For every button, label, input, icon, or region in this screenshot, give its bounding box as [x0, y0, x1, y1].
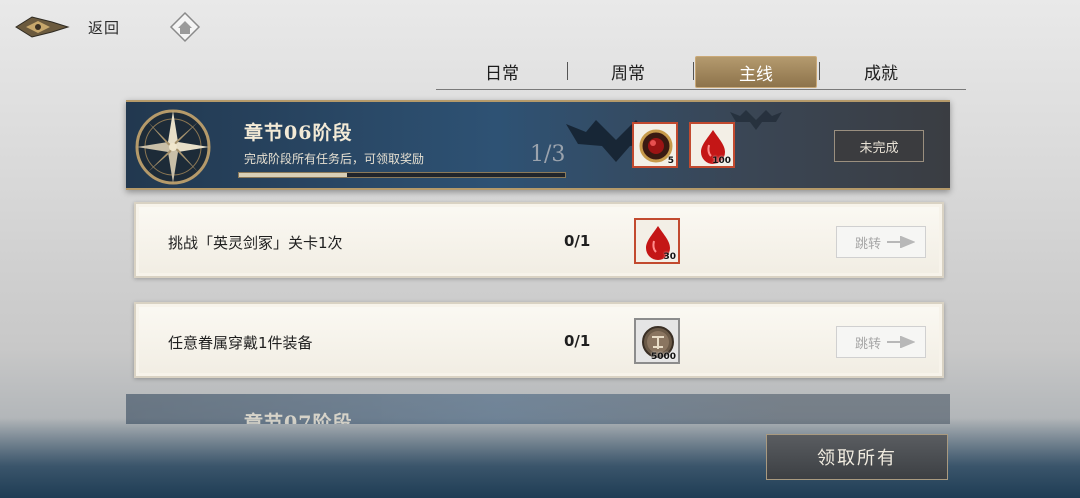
bat-silhouette-small-icon — [730, 110, 782, 130]
task-row: 任意眷属穿戴1件装备 0/1 5000 跳转 — [134, 302, 944, 378]
chapter-title: 章节06阶段 — [244, 122, 353, 144]
task-row: 挑战「英灵剑冢」关卡1次 0/1 30 跳转 — [134, 202, 944, 278]
home-button[interactable] — [168, 10, 202, 44]
tab-separator — [693, 62, 694, 80]
back-emblem-icon — [15, 16, 70, 38]
arrow-right-icon — [887, 336, 916, 348]
chapter-progress-text: 1/3 — [530, 142, 566, 167]
chapter-banner: 章节06阶段 完成阶段所有任务后，可领取奖励 1/3 5 100 未完成 — [126, 100, 950, 190]
chapter-description: 完成阶段所有任务后，可领取奖励 — [244, 152, 425, 166]
task-progress: 0/1 — [564, 332, 591, 350]
reward-count: 100 — [712, 156, 731, 166]
chapter-progress-bar — [238, 172, 566, 178]
back-button[interactable]: 返回 — [14, 12, 134, 42]
jump-label: 跳转 — [855, 236, 882, 252]
tab-underline — [436, 89, 966, 90]
jump-button[interactable]: 跳转 — [836, 226, 926, 258]
claim-all-button[interactable]: 领取所有 — [766, 434, 948, 480]
tab-daily[interactable]: 日常 — [442, 56, 562, 86]
tab-separator — [819, 62, 820, 80]
next-chapter-title: 章节07阶段 — [244, 412, 353, 424]
next-chapter-banner: 章节07阶段 — [126, 394, 950, 424]
reward-count: 30 — [663, 252, 676, 262]
tab-main-story[interactable]: 主线 — [695, 56, 817, 88]
reward-count: 5 — [667, 156, 674, 166]
tab-achievements[interactable]: 成就 — [821, 56, 941, 86]
jump-button[interactable]: 跳转 — [836, 326, 926, 358]
compass-icon — [135, 109, 211, 185]
tab-bar: 日常 周常 主线 成就 — [436, 56, 966, 96]
task-progress: 0/1 — [564, 232, 591, 250]
task-label: 任意眷属穿戴1件装备 — [168, 334, 313, 352]
back-label: 返回 — [88, 18, 121, 37]
chapter-status-button[interactable]: 未完成 — [834, 130, 924, 162]
task-reward-gem[interactable]: 30 — [634, 218, 680, 264]
arrow-right-icon — [887, 236, 916, 248]
home-icon — [169, 11, 201, 43]
chapter-reward-gem[interactable]: 100 — [689, 122, 735, 168]
task-label: 挑战「英灵剑冢」关卡1次 — [168, 234, 343, 252]
tab-weekly[interactable]: 周常 — [568, 56, 688, 86]
task-reward-coin[interactable]: 5000 — [634, 318, 680, 364]
top-bar: 返回 — [0, 0, 1080, 56]
chapter-reward-orb[interactable]: 5 — [632, 122, 678, 168]
chapter-progress-fill — [239, 173, 347, 177]
reward-count: 5000 — [650, 352, 676, 362]
jump-label: 跳转 — [855, 336, 882, 352]
